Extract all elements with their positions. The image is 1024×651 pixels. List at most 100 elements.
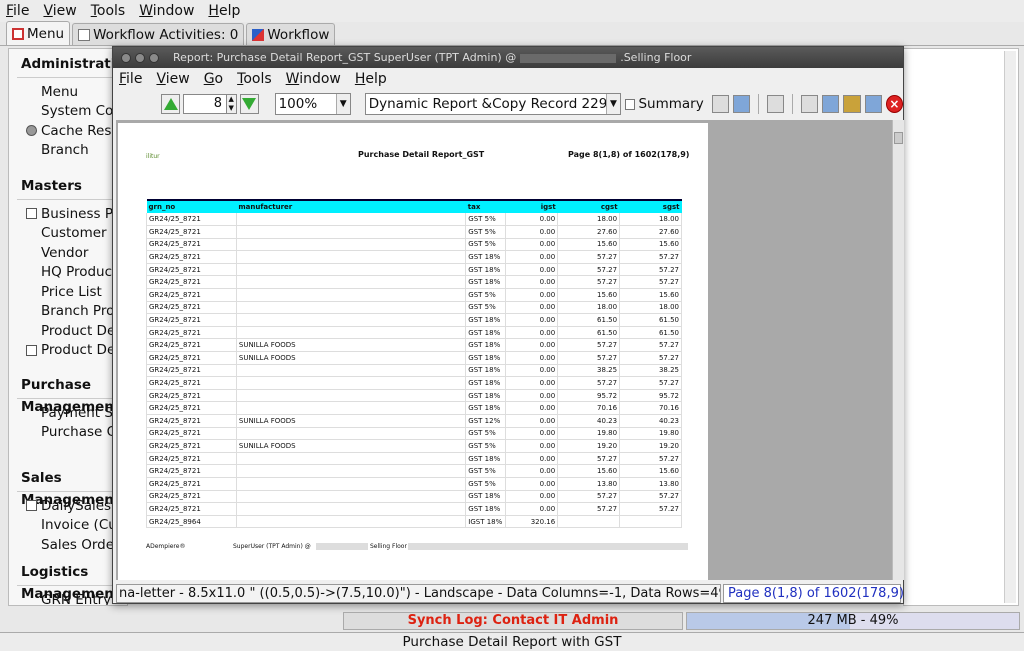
- window-close-icon[interactable]: [121, 52, 131, 63]
- sidebar-item[interactable]: Purchase Order: [9, 423, 127, 443]
- sidebar-item[interactable]: Invoice (Customer): [9, 516, 127, 536]
- sidebar-item[interactable]: System Configurator: [9, 102, 127, 122]
- table-cell: GST 5%: [465, 301, 507, 315]
- report-icon: [26, 500, 37, 512]
- page-spinner[interactable]: ▲ ▼: [226, 94, 237, 114]
- table-cell: 320.16: [505, 515, 559, 529]
- report-menu-item[interactable]: View: [156, 71, 189, 87]
- table-cell: GR24/25_8721: [146, 464, 237, 478]
- sidebar-item[interactable]: Branch: [9, 141, 127, 161]
- report-menu-item[interactable]: Go: [204, 71, 223, 87]
- sidebar-item[interactable]: Vendor: [9, 243, 127, 263]
- table-cell: GST 18%: [465, 326, 507, 340]
- report-menu-item[interactable]: Window: [286, 71, 341, 87]
- sidebar-item[interactable]: Branch Product: [9, 302, 127, 322]
- column-header-manufacturer: manufacturer: [236, 199, 466, 213]
- find-icon[interactable]: [732, 95, 751, 113]
- menu-group-title[interactable]: Logistics Management: [9, 561, 127, 602]
- page-number-input[interactable]: 8: [183, 94, 227, 114]
- table-row: GR24/25_8721 GST 18% 0.00 70.16 70.16: [146, 401, 682, 415]
- menu-group-title[interactable]: Masters: [9, 175, 127, 197]
- sidebar-item[interactable]: Product Department: [9, 321, 127, 341]
- sidebar-item[interactable]: Business Partner: [9, 204, 127, 224]
- tab-workflow[interactable]: Workflow: [246, 23, 336, 45]
- synch-log-status[interactable]: Synch Log: Contact IT Admin: [343, 612, 683, 630]
- sidebar-item[interactable]: Price List: [9, 282, 127, 302]
- refresh-icon[interactable]: [864, 95, 882, 113]
- table-cell: 57.27: [557, 338, 621, 353]
- table-cell: 19.20: [619, 439, 682, 453]
- sidebar-item-label: Sales Order: [41, 536, 120, 553]
- table-row: GR24/25_8964 IGST 18% 320.16: [146, 515, 682, 529]
- footer-app-name: ADempiere®: [146, 543, 186, 550]
- report-menu-item[interactable]: File: [119, 71, 142, 87]
- table-cell: 0.00: [505, 263, 559, 277]
- tab-workflow-label: Workflow: [267, 26, 330, 43]
- table-cell: GR24/25_8721: [146, 263, 237, 277]
- sidebar-item[interactable]: Cache Reset: [9, 121, 127, 141]
- report-menu-item[interactable]: Tools: [237, 71, 272, 87]
- tab-menu[interactable]: Menu: [6, 21, 71, 45]
- next-page-button[interactable]: [239, 94, 259, 114]
- close-report-icon[interactable]: ×: [885, 95, 903, 113]
- menu-group-title[interactable]: Sales Management: [9, 467, 127, 508]
- zoom-select[interactable]: 100% ▼: [274, 93, 351, 115]
- report-menu-item[interactable]: Help: [355, 71, 387, 87]
- table-cell: 57.27: [557, 452, 621, 466]
- table-cell: 0.00: [505, 238, 559, 252]
- table-cell: [557, 515, 621, 529]
- table-row: GR24/25_8721 GST 18% 0.00 57.27 57.27: [146, 263, 682, 277]
- window-maximize-icon[interactable]: [149, 52, 159, 63]
- summary-checkbox[interactable]: [624, 98, 636, 110]
- send-icon[interactable]: [822, 95, 840, 113]
- sidebar-item[interactable]: Product Details: [9, 341, 127, 361]
- table-cell: [236, 250, 467, 264]
- sidebar-item[interactable]: HQ Product: [9, 263, 127, 283]
- sidebar-item-label: HQ Product: [41, 264, 118, 281]
- previous-page-button[interactable]: [161, 94, 181, 114]
- table-cell: [236, 263, 467, 277]
- table-cell: GST 18%: [465, 364, 507, 378]
- menu-item[interactable]: Window: [139, 3, 194, 19]
- table-cell: 0.00: [505, 225, 559, 239]
- print-icon[interactable]: [767, 95, 785, 113]
- table-cell: 0.00: [505, 439, 559, 453]
- report-titlebar[interactable]: Report: Purchase Detail Report_GST Super…: [113, 47, 903, 68]
- chevron-down-icon: ▼: [605, 94, 620, 114]
- table-cell: GR24/25_8721: [146, 250, 237, 264]
- list-icon: [78, 28, 91, 41]
- report-window-title-suffix: .Selling Floor: [620, 51, 692, 64]
- redacted-info: [408, 543, 688, 550]
- report-status-line: na-letter - 8.5x11.0 " ((0.5,0.5)->(7.5,…: [116, 584, 721, 603]
- archive-icon[interactable]: [843, 95, 861, 113]
- memory-status[interactable]: 247 MB - 49%: [686, 612, 1020, 630]
- scroll-thumb[interactable]: [894, 132, 903, 144]
- workspace-scrollbar[interactable]: [1004, 51, 1016, 603]
- record-select[interactable]: Dynamic Report &Copy Record 2291032 ▼: [364, 93, 621, 115]
- sidebar-item[interactable]: Menu: [9, 82, 127, 102]
- table-cell: 0.00: [505, 427, 559, 441]
- report-scrollbar[interactable]: [892, 120, 904, 580]
- report-header-row: grn_no manufacturer tax igst cgst sgst: [146, 199, 682, 213]
- menu-item[interactable]: Tools: [91, 3, 126, 19]
- table-cell: 15.60: [557, 238, 621, 252]
- table-cell: SUNILLA FOODS: [236, 351, 467, 365]
- table-cell: 0.00: [505, 338, 559, 353]
- menu-group-title[interactable]: Administration: [9, 53, 127, 75]
- export-icon[interactable]: [801, 95, 819, 113]
- table-cell: 18.00: [619, 213, 682, 227]
- table-cell: GST 5%: [465, 464, 507, 478]
- window-minimize-icon[interactable]: [135, 52, 145, 63]
- customize-tools-icon[interactable]: [711, 95, 729, 113]
- menu-item[interactable]: View: [43, 3, 76, 19]
- sidebar-item[interactable]: Customer: [9, 224, 127, 244]
- table-cell: GST 18%: [465, 452, 507, 466]
- table-cell: 19.80: [557, 427, 621, 441]
- sidebar-item[interactable]: Sales Order: [9, 535, 127, 555]
- menu-group-title[interactable]: Purchase Management: [9, 374, 127, 415]
- table-cell: 57.27: [619, 338, 682, 353]
- menu-item[interactable]: Help: [208, 3, 240, 19]
- menu-item[interactable]: File: [6, 3, 29, 19]
- tab-workflow-activities[interactable]: Workflow Activities: 0: [72, 23, 245, 45]
- home-icon: [12, 27, 24, 40]
